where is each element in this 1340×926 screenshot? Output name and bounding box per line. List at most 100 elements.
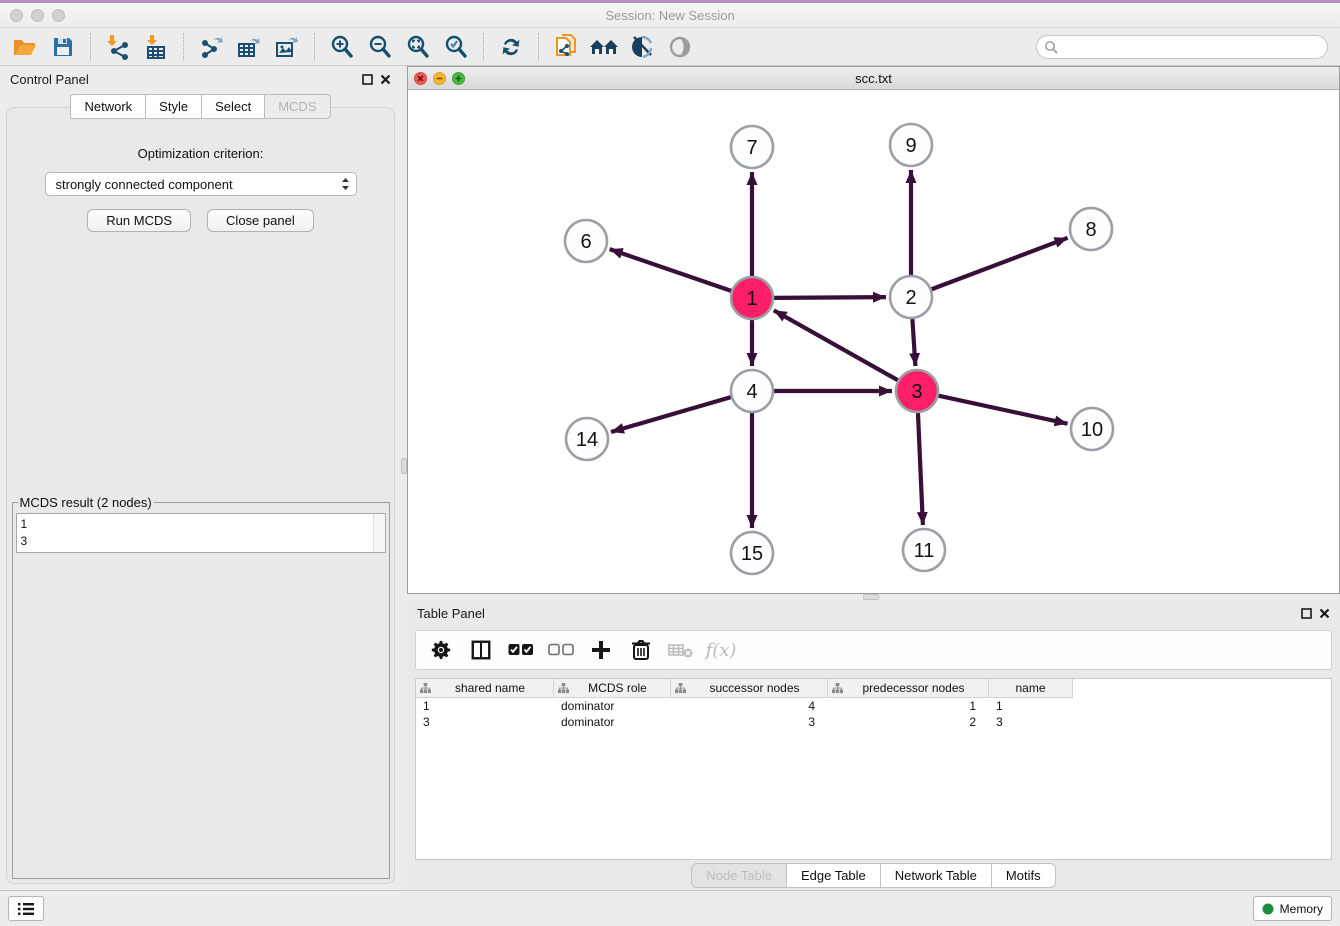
- style-details-icon[interactable]: [625, 32, 659, 62]
- application-window: Session: New Session: [0, 0, 1340, 926]
- svg-text:4: 4: [746, 381, 757, 403]
- svg-text:7: 7: [746, 137, 757, 159]
- graph-edge-4-14[interactable]: [611, 397, 731, 432]
- memory-status-icon: [1262, 903, 1274, 915]
- svg-text:2: 2: [905, 287, 916, 309]
- node-table[interactable]: shared nameMCDS rolesuccessor nodesprede…: [415, 678, 1332, 860]
- table-cell: 1: [416, 698, 554, 714]
- window-title: Session: New Session: [0, 8, 1340, 23]
- graph-node-15[interactable]: 15: [731, 532, 773, 574]
- graph-edge-1-2[interactable]: [774, 297, 886, 298]
- toolbar-separator: [483, 33, 484, 61]
- column-header-predecessor-nodes[interactable]: predecessor nodes: [828, 679, 989, 698]
- graph-node-14[interactable]: 14: [566, 418, 608, 460]
- float-panel-icon[interactable]: [362, 74, 373, 85]
- graph-node-6[interactable]: 6: [565, 220, 607, 262]
- table-row[interactable]: 1dominator411: [416, 698, 1331, 714]
- table-panel-title: Table Panel: [417, 606, 485, 621]
- first-neighbors-icon[interactable]: [587, 32, 621, 62]
- graph-node-2[interactable]: 2: [890, 276, 932, 318]
- optimization-criterion-label: Optimization criterion:: [138, 146, 264, 161]
- refresh-layout-icon[interactable]: [494, 32, 528, 62]
- tab-style[interactable]: Style: [145, 94, 201, 119]
- graph-node-3[interactable]: 3: [896, 370, 938, 412]
- graph-edge-2-8[interactable]: [932, 238, 1068, 289]
- horizontal-splitter[interactable]: [407, 594, 1340, 600]
- splitter-grip[interactable]: [863, 594, 879, 600]
- zoom-fit-icon[interactable]: [401, 32, 435, 62]
- memory-button[interactable]: Memory: [1253, 896, 1332, 921]
- statusbar: Memory: [0, 890, 1340, 926]
- column-header-name[interactable]: name: [989, 679, 1073, 698]
- select-all-checkboxes-icon[interactable]: [506, 635, 536, 665]
- task-history-button[interactable]: [8, 896, 44, 921]
- float-panel-icon[interactable]: [1301, 608, 1312, 619]
- graph-edge-3-1[interactable]: [774, 310, 898, 380]
- import-network-icon[interactable]: [101, 32, 135, 62]
- close-panel-button[interactable]: Close panel: [207, 209, 314, 232]
- export-image-icon[interactable]: [270, 32, 304, 62]
- splitter-grip[interactable]: [401, 458, 407, 474]
- table-row[interactable]: 3dominator323: [416, 714, 1331, 730]
- network-canvas[interactable]: 7 9 6 8 1 2 4 3 14 10 15 11: [408, 90, 1339, 593]
- table-cell: dominator: [554, 698, 671, 714]
- tab-network[interactable]: Network: [70, 94, 145, 119]
- graph-edge-3-10[interactable]: [938, 396, 1067, 424]
- graph-edge-3-11[interactable]: [918, 413, 923, 525]
- mcds-result-list[interactable]: 1 3: [16, 513, 386, 553]
- run-mcds-button[interactable]: Run MCDS: [87, 209, 191, 232]
- graph-node-10[interactable]: 10: [1071, 408, 1113, 450]
- tab-node-table[interactable]: Node Table: [691, 863, 786, 888]
- svg-text:14: 14: [576, 429, 598, 451]
- clone-network-icon[interactable]: [549, 32, 583, 62]
- export-network-icon[interactable]: [194, 32, 228, 62]
- export-table-icon[interactable]: [232, 32, 266, 62]
- open-session-icon[interactable]: [8, 32, 42, 62]
- tab-select[interactable]: Select: [201, 94, 264, 119]
- table-cell: 1: [828, 698, 989, 714]
- column-header-shared-name[interactable]: shared name: [416, 679, 554, 698]
- column-header-MCDS-role[interactable]: MCDS role: [554, 679, 671, 698]
- result-scrollbar[interactable]: [373, 514, 385, 552]
- table-cell: 3: [416, 714, 554, 730]
- tab-edge-table[interactable]: Edge Table: [786, 863, 880, 888]
- mcds-result-title: MCDS result (2 nodes): [18, 495, 154, 510]
- column-chooser-icon[interactable]: [466, 635, 496, 665]
- graph-edge-2-3[interactable]: [912, 319, 915, 366]
- vertical-splitter[interactable]: [401, 66, 407, 890]
- network-graph[interactable]: 7 9 6 8 1 2 4 3 14 10 15 11: [408, 90, 1339, 593]
- zoom-selected-icon[interactable]: [439, 32, 473, 62]
- graph-node-8[interactable]: 8: [1070, 208, 1112, 250]
- svg-text:6: 6: [580, 231, 591, 253]
- search-input[interactable]: [1036, 35, 1328, 59]
- main-area: Control Panel Network Style Select MCDS …: [0, 66, 1340, 890]
- graph-node-11[interactable]: 11: [903, 529, 945, 571]
- tab-network-table[interactable]: Network Table: [880, 863, 991, 888]
- import-table-icon[interactable]: [139, 32, 173, 62]
- delete-column-icon[interactable]: [626, 635, 656, 665]
- graph-node-7[interactable]: 7: [731, 126, 773, 168]
- graph-node-4[interactable]: 4: [731, 370, 773, 412]
- deselect-all-checkboxes-icon[interactable]: [546, 635, 576, 665]
- graph-node-9[interactable]: 9: [890, 124, 932, 166]
- toolbar-separator: [90, 33, 91, 61]
- criterion-select[interactable]: strongly connected component: [45, 172, 357, 196]
- search-box: [1036, 35, 1328, 59]
- save-session-icon[interactable]: [46, 32, 80, 62]
- close-panel-icon[interactable]: [1319, 608, 1330, 619]
- control-panel-header: Control Panel: [0, 66, 401, 92]
- close-panel-icon[interactable]: [380, 74, 391, 85]
- zoom-in-icon[interactable]: [325, 32, 359, 62]
- mcds-result-group: MCDS result (2 nodes) 1 3: [12, 495, 390, 879]
- tab-mcds[interactable]: MCDS: [264, 94, 330, 119]
- settings-gear-icon[interactable]: [426, 635, 456, 665]
- graph-edge-1-6[interactable]: [610, 249, 732, 291]
- svg-text:10: 10: [1081, 419, 1103, 441]
- column-header-successor-nodes[interactable]: successor nodes: [671, 679, 828, 698]
- tab-motifs[interactable]: Motifs: [991, 863, 1056, 888]
- toolbar-separator: [538, 33, 539, 61]
- zoom-out-icon[interactable]: [363, 32, 397, 62]
- criterion-selected-value: strongly connected component: [56, 177, 341, 192]
- graph-node-1[interactable]: 1: [731, 277, 773, 319]
- add-column-icon[interactable]: [586, 635, 616, 665]
